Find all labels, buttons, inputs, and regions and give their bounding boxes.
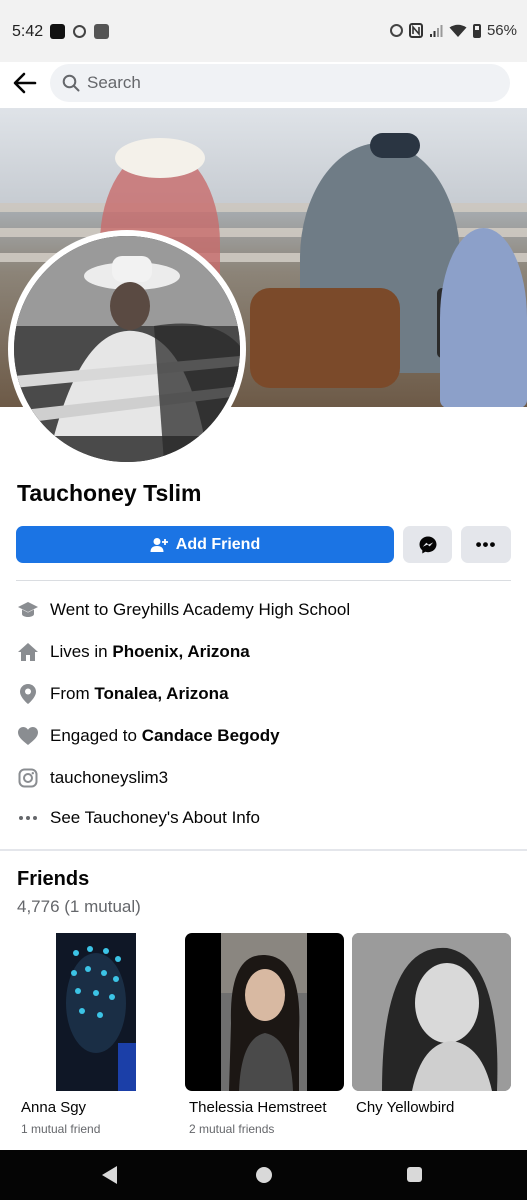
add-friend-button[interactable]: Add Friend <box>16 526 394 563</box>
battery-percent: 56% <box>486 22 517 39</box>
heart-icon <box>16 724 40 748</box>
profile-name: Tauchoney Tslim <box>17 480 202 506</box>
app-notification-icon <box>50 24 65 39</box>
divider <box>16 580 511 581</box>
friend-mutual: 2 mutual friends <box>189 1122 275 1136</box>
see-about-info-label: See Tauchoney's About Info <box>50 808 260 827</box>
hometown-link[interactable]: Tonalea, Arizona <box>94 684 228 704</box>
messenger-icon <box>419 536 436 553</box>
add-friend-icon <box>150 537 168 552</box>
education-text: Went to Greyhills Academy High School <box>50 600 351 619</box>
more-options-button[interactable]: ••• <box>461 526 511 563</box>
wifi-icon <box>449 24 467 37</box>
search-placeholder: Search <box>87 73 141 92</box>
nfc-icon <box>408 23 423 38</box>
notification-icons <box>48 24 109 39</box>
alarm-icon <box>389 24 403 37</box>
add-friend-label: Add Friend <box>175 535 261 553</box>
app-notification-icon <box>94 24 109 39</box>
cover-background <box>0 108 527 203</box>
intro-hometown: From Tonalea, Arizona <box>16 681 511 707</box>
friend-photo-image <box>352 933 511 1091</box>
status-bar: 5:42 56% <box>0 0 527 62</box>
intro-instagram[interactable]: tauchoneyslim3 <box>16 765 511 791</box>
system-navigation-bar <box>0 1150 527 1200</box>
profile-picture[interactable] <box>8 230 246 468</box>
profile-photo-art <box>14 236 240 462</box>
engaged-prefix: Engaged to <box>50 726 142 745</box>
battery-icon <box>472 23 481 38</box>
graduation-cap-icon <box>16 598 40 622</box>
cover-cap <box>370 133 420 158</box>
status-time: 5:42 <box>12 23 44 40</box>
cover-hat <box>115 138 205 178</box>
friend-mutual: 1 mutual friend <box>21 1122 101 1136</box>
friend-card[interactable]: Thelessia Hemstreet 2 mutual friends <box>185 933 344 1136</box>
intro-relationship: Engaged to Candace Begody <box>16 723 511 749</box>
instagram-handle: tauchoneyslim3 <box>50 768 169 787</box>
section-separator <box>0 849 527 851</box>
search-input[interactable]: Search <box>50 64 510 102</box>
friend-photo[interactable] <box>17 933 176 1091</box>
search-icon <box>62 74 80 92</box>
home-icon <box>16 640 40 664</box>
friend-name[interactable]: Chy Yellowbird <box>356 1099 511 1116</box>
friends-heading[interactable]: Friends <box>17 868 89 891</box>
friend-photo[interactable] <box>352 933 511 1091</box>
instagram-icon <box>16 766 40 790</box>
intro-lives-in: Lives in Phoenix, Arizona <box>16 639 511 665</box>
partner-link[interactable]: Candace Begody <box>142 726 280 746</box>
location-pin-icon <box>16 682 40 706</box>
friend-photo-image <box>56 933 136 1091</box>
friend-photo-image <box>221 933 307 1091</box>
friend-name[interactable]: Thelessia Hemstreet <box>189 1099 344 1116</box>
friend-name[interactable]: Anna Sgy <box>21 1099 176 1116</box>
ellipsis-icon <box>16 806 40 830</box>
top-bar: Search <box>0 62 527 108</box>
message-button[interactable] <box>403 526 452 563</box>
signal-icon <box>429 24 443 37</box>
intro-education: Went to Greyhills Academy High School <box>16 597 511 623</box>
cover-person <box>440 228 527 407</box>
from-prefix: From <box>50 684 95 703</box>
back-button[interactable] <box>10 68 40 98</box>
lives-prefix: Lives in <box>50 642 113 661</box>
see-about-info-link[interactable]: See Tauchoney's About Info <box>16 805 511 831</box>
friend-card[interactable]: Anna Sgy 1 mutual friend <box>17 933 176 1136</box>
profile-photo <box>14 236 240 462</box>
lives-in-link[interactable]: Phoenix, Arizona <box>112 642 249 662</box>
friend-photo[interactable] <box>185 933 344 1091</box>
nav-recents-icon[interactable] <box>407 1167 422 1182</box>
friend-card[interactable]: Chy Yellowbird <box>352 933 511 1122</box>
alarm-icon <box>73 25 86 38</box>
cover-saddle <box>250 288 400 388</box>
nav-back-icon[interactable] <box>102 1166 117 1184</box>
system-icons: 56% <box>389 22 517 39</box>
nav-home-icon[interactable] <box>256 1167 272 1183</box>
friends-count: 4,776 (1 mutual) <box>17 897 141 916</box>
back-arrow-icon <box>13 72 37 94</box>
